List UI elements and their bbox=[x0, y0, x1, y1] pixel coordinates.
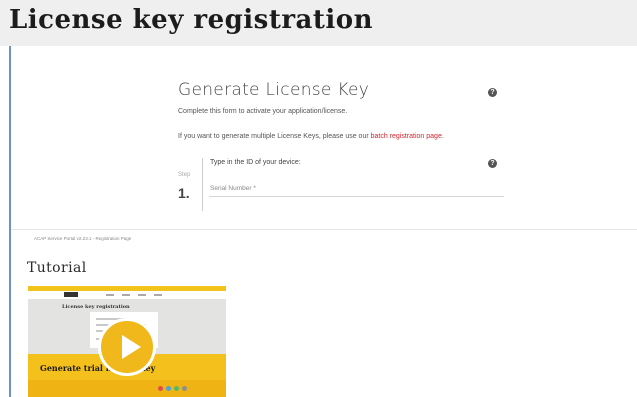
page-frame: License key registration Generate Licens… bbox=[0, 0, 637, 397]
batch-info-suffix: . bbox=[441, 133, 444, 140]
thumb-nav-item bbox=[138, 294, 146, 296]
thumb-nav-item bbox=[154, 294, 162, 296]
batch-info-label: If you want to generate multiple License… bbox=[178, 133, 369, 140]
thumb-logo bbox=[64, 292, 78, 297]
play-button[interactable] bbox=[98, 318, 156, 376]
batch-info-text: If you want to generate multiple License… bbox=[178, 133, 444, 140]
step-label: Step bbox=[178, 172, 191, 178]
form-title: Generate License Key bbox=[178, 80, 370, 100]
page-title: License key registration bbox=[9, 5, 374, 35]
play-icon bbox=[122, 335, 141, 359]
thumb-dot bbox=[182, 386, 187, 391]
tutorial-heading: Tutorial bbox=[27, 260, 87, 276]
serial-number-input[interactable] bbox=[209, 180, 504, 197]
panel-divider bbox=[11, 229, 637, 230]
thumb-nav-item bbox=[106, 294, 114, 296]
form-description: Complete this form to activate your appl… bbox=[178, 108, 348, 115]
step-divider bbox=[202, 158, 203, 211]
thumb-dot bbox=[158, 386, 163, 391]
batch-registration-link[interactable]: batch registration page bbox=[371, 133, 442, 140]
top-banner: License key registration bbox=[0, 0, 637, 46]
footer-version-note: ACAP Service Portal v2.23.1 - Registrati… bbox=[34, 236, 132, 241]
thumb-nav-item bbox=[122, 294, 130, 296]
device-id-label: Type in the ID of your device: bbox=[210, 159, 301, 166]
step-number: 1. bbox=[178, 185, 190, 201]
help-icon[interactable]: ? bbox=[488, 88, 497, 97]
device-help-icon[interactable]: ? bbox=[488, 159, 497, 168]
thumb-dot bbox=[174, 386, 179, 391]
thumb-title: License key registration bbox=[62, 304, 130, 310]
thumb-bottom-bar bbox=[28, 380, 226, 397]
thumb-dot bbox=[166, 386, 171, 391]
